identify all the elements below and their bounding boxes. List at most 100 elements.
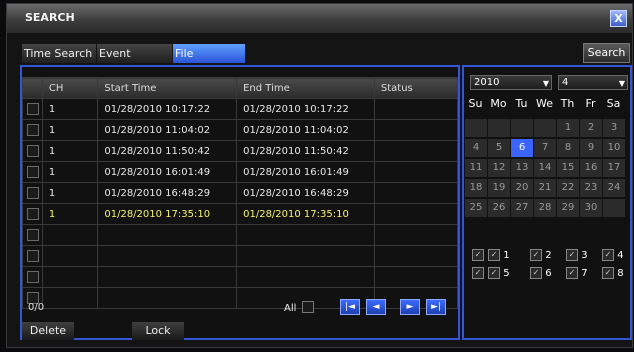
header-checkbox-cell	[22, 77, 43, 99]
row-checkbox[interactable]	[27, 103, 39, 115]
search-button[interactable]: Search	[583, 43, 630, 63]
row-checkbox[interactable]	[27, 187, 39, 199]
row-checkbox[interactable]	[27, 271, 39, 283]
row-checkbox[interactable]	[27, 208, 39, 220]
weekday-mo: Mo	[490, 97, 507, 110]
calendar-day[interactable]: 24	[603, 179, 625, 197]
check-icon: ✓	[488, 249, 500, 261]
prev-page-button[interactable]: ◄	[366, 299, 386, 315]
row-checkbox[interactable]	[27, 124, 39, 136]
calendar-empty-cell	[534, 119, 556, 137]
next-page-icon: ►	[406, 302, 414, 312]
calendar-day[interactable]: 14	[534, 159, 556, 177]
channel-item[interactable]: ✓ 8	[602, 267, 624, 279]
channel-item[interactable]: ✓ 1	[488, 249, 510, 261]
weekday-sa: Sa	[606, 97, 621, 110]
calendar-day[interactable]: 3	[603, 119, 625, 137]
channel-item[interactable]: ✓ 4	[602, 249, 624, 261]
chevron-down-icon: ▼	[618, 79, 625, 88]
table-row-empty[interactable]	[22, 245, 459, 267]
channel-item[interactable]: ✓ 6	[530, 267, 552, 279]
select-all-checkbox[interactable]	[302, 301, 314, 313]
calendar-day[interactable]: 22	[557, 179, 579, 197]
calendar-day[interactable]: 18	[465, 179, 487, 197]
calendar-day[interactable]: 25	[465, 199, 487, 217]
calendar-day[interactable]: 19	[488, 179, 510, 197]
delete-button[interactable]: Delete	[22, 322, 74, 340]
channel-item[interactable]: ✓ 2	[530, 249, 552, 261]
first-page-icon: |◄	[345, 302, 355, 312]
calendar-day[interactable]: 1	[557, 119, 579, 137]
channel-item[interactable]: ✓ 3	[566, 249, 588, 261]
year-select[interactable]: 2010 ▼	[470, 75, 552, 90]
lock-button[interactable]: Lock	[132, 322, 184, 340]
calendar-day[interactable]: 4	[465, 139, 487, 157]
calendar-day[interactable]: 9	[580, 139, 602, 157]
calendar-day[interactable]: 29	[557, 199, 579, 217]
chevron-down-icon: ▼	[542, 79, 549, 88]
tab-time-search[interactable]: Time Search	[22, 44, 96, 63]
table-row[interactable]: 1 01/28/2010 11:50:42 01/28/2010 11:50:4…	[22, 140, 459, 162]
calendar-day[interactable]: 2	[580, 119, 602, 137]
calendar-day[interactable]: 26	[488, 199, 510, 217]
check-icon: ✓	[530, 267, 542, 279]
calendar-day[interactable]: 20	[511, 179, 533, 197]
calendar-day[interactable]: 5	[488, 139, 510, 157]
calendar-day[interactable]: 6	[511, 139, 533, 157]
calendar-day[interactable]: 17	[603, 159, 625, 177]
row-status	[373, 119, 459, 141]
calendar-day[interactable]: 16	[580, 159, 602, 177]
table-row-empty[interactable]	[22, 224, 459, 246]
table-row[interactable]: 1 01/28/2010 11:04:02 01/28/2010 11:04:0…	[22, 119, 459, 141]
row-checkbox[interactable]	[27, 145, 39, 157]
row-checkbox[interactable]	[27, 250, 39, 262]
tab-file-manager[interactable]: File Manager	[173, 44, 245, 79]
channel-item[interactable]: ✓ 7	[566, 267, 588, 279]
table-row-selected[interactable]: 1 01/28/2010 17:35:10 01/28/2010 17:35:1…	[22, 203, 459, 225]
calendar-day[interactable]: 8	[557, 139, 579, 157]
first-page-button[interactable]: |◄	[340, 299, 360, 315]
table-row-empty[interactable]	[22, 287, 459, 309]
next-page-button[interactable]: ►	[400, 299, 420, 315]
tab-event-search[interactable]: Event Search	[97, 44, 172, 79]
table-header-row: CH Start Time End Time Status	[22, 77, 459, 99]
calendar-day[interactable]: 10	[603, 139, 625, 157]
calendar-day[interactable]: 27	[511, 199, 533, 217]
channel-label: 3	[581, 250, 588, 261]
calendar-panel: 2010 ▼ 4 ▼ Su Mo Tu We Th Fr Sa 12345678…	[462, 65, 632, 340]
calendar-day[interactable]: 11	[465, 159, 487, 177]
calendar-day[interactable]: 30	[580, 199, 602, 217]
table-row[interactable]: 1 01/28/2010 10:17:22 01/28/2010 10:17:2…	[22, 98, 459, 120]
calendar-day[interactable]: 28	[534, 199, 556, 217]
prev-page-icon: ◄	[372, 302, 380, 312]
record-count: 0/0	[28, 302, 45, 313]
select-all-label: All	[284, 303, 297, 314]
close-icon: X	[614, 12, 623, 25]
title-bar: SEARCH X	[7, 4, 632, 34]
close-button[interactable]: X	[610, 10, 627, 27]
channel-item[interactable]: ✓ 5	[488, 267, 510, 279]
table-row[interactable]: 1 01/28/2010 16:01:49 01/28/2010 16:01:4…	[22, 161, 459, 183]
calendar-day[interactable]: 13	[511, 159, 533, 177]
channel-label: 6	[545, 268, 552, 279]
table-row-empty[interactable]	[22, 266, 459, 288]
row-start-time: 01/28/2010 10:17:22	[97, 98, 238, 120]
check-icon: ✓	[472, 267, 484, 279]
last-page-button[interactable]: ►|	[426, 299, 446, 315]
channel-all-2[interactable]: ✓	[472, 267, 484, 279]
calendar-day[interactable]: 21	[534, 179, 556, 197]
calendar-day[interactable]: 15	[557, 159, 579, 177]
calendar-day[interactable]: 23	[580, 179, 602, 197]
column-header-status: Status	[373, 77, 459, 99]
month-value: 4	[562, 77, 569, 88]
calendar-day[interactable]: 7	[534, 139, 556, 157]
calendar-day[interactable]: 12	[488, 159, 510, 177]
row-checkbox[interactable]	[27, 229, 39, 241]
last-page-icon: ►|	[431, 302, 441, 312]
channel-all[interactable]: ✓	[472, 249, 484, 261]
channel-label: 7	[581, 268, 588, 279]
month-select[interactable]: 4 ▼	[558, 75, 628, 90]
check-icon: ✓	[472, 249, 484, 261]
row-checkbox[interactable]	[27, 166, 39, 178]
table-row[interactable]: 1 01/28/2010 16:48:29 01/28/2010 16:48:2…	[22, 182, 459, 204]
